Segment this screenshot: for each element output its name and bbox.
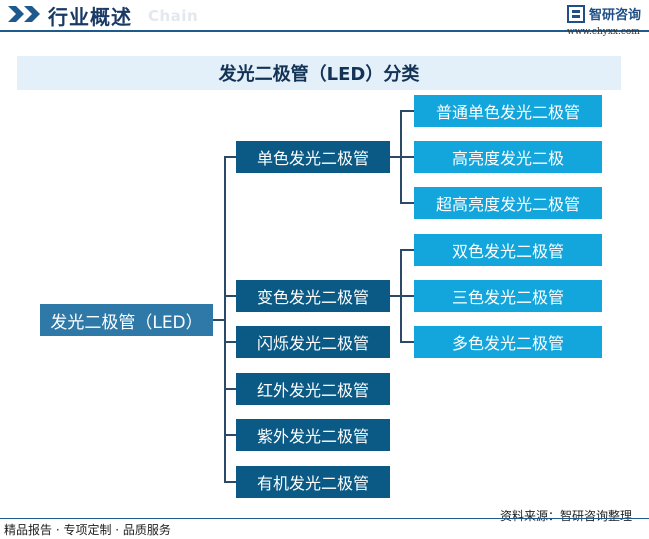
section-subtitle: Chain <box>148 7 199 25</box>
leaf-node-three-color: 三色发光二极管 <box>414 280 602 312</box>
leaf-node-two-color: 双色发光二极管 <box>414 234 602 266</box>
connector-group1-leaf0 <box>400 249 414 251</box>
connector-group0-leaf1 <box>400 156 414 158</box>
header-divider <box>0 30 649 32</box>
connector-group1-leaf2 <box>400 341 414 343</box>
category-node-ultraviolet: 紫外发光二极管 <box>236 419 390 451</box>
connector-group0-leaf0 <box>400 110 414 112</box>
category-node-flashing: 闪烁发光二极管 <box>236 326 390 358</box>
leaf-node-multi-color: 多色发光二极管 <box>414 326 602 358</box>
footer-slogan: 精品报告 · 专项定制 · 品质服务 <box>4 523 171 537</box>
category-node-monochrome: 单色发光二极管 <box>236 141 390 173</box>
leaf-node-normal-monochrome: 普通单色发光二极管 <box>414 95 602 127</box>
brand-url: www.chyxx.com <box>567 27 640 37</box>
root-node: 发光二极管（LED） <box>40 304 213 336</box>
category-node-color-changing: 变色发光二极管 <box>236 280 390 312</box>
category-node-organic: 有机发光二极管 <box>236 466 390 498</box>
chevron-arrows-icon <box>8 6 40 22</box>
category-node-infrared: 红外发光二极管 <box>236 373 390 405</box>
connector-group0-leaf2 <box>400 202 414 204</box>
leaf-node-high-brightness: 高亮度发光二极 <box>414 141 602 173</box>
diagram-title: 发光二极管（LED）分类 <box>17 56 621 90</box>
section-title: 行业概述 <box>48 5 132 29</box>
brand-name: 智研咨询 <box>589 8 642 23</box>
connector-group1-leaf1 <box>400 295 414 297</box>
footer-divider <box>0 518 649 519</box>
source-note: 资料来源：智研咨询整理 <box>500 509 633 523</box>
brand-logo-icon <box>567 5 585 23</box>
leaf-node-ultra-high-brightness: 超高亮度发光二极管 <box>414 187 602 219</box>
